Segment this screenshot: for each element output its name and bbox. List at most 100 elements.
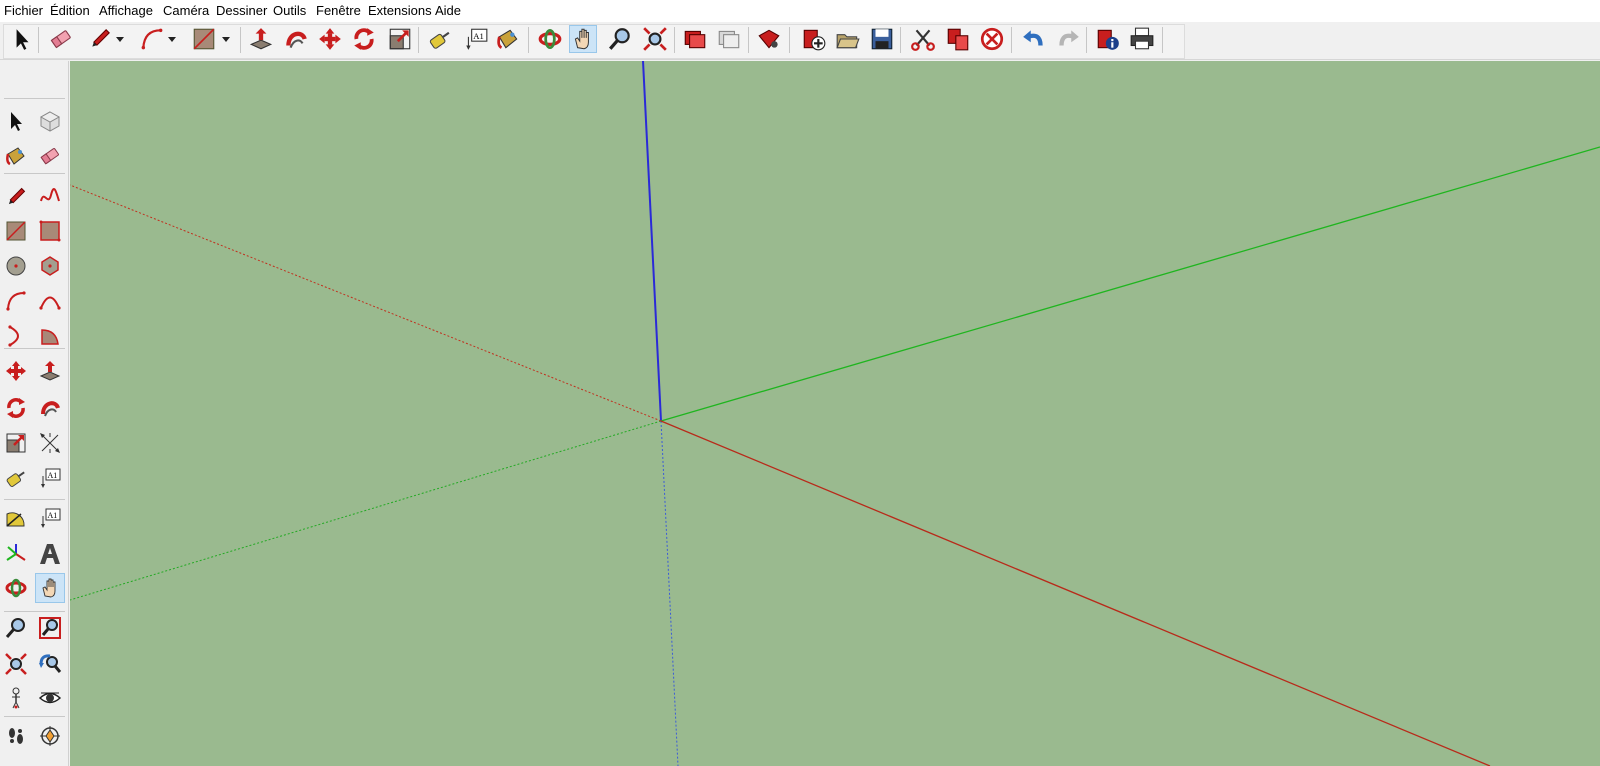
palette-rectangle-button[interactable] xyxy=(1,216,31,246)
palette-axes-button[interactable] xyxy=(1,539,31,569)
palette-walk-button[interactable] xyxy=(1,721,31,751)
toolbar-save-button[interactable] xyxy=(868,25,896,53)
palette-look-around-button[interactable] xyxy=(35,683,65,713)
palette-pan-button[interactable] xyxy=(35,573,65,603)
open-file-icon xyxy=(836,34,860,49)
toolbar-tape-measure-button[interactable] xyxy=(426,25,454,53)
palette-zoom-extents-button[interactable] xyxy=(1,649,31,679)
palette-polygon-button[interactable] xyxy=(35,251,65,281)
cut-icon xyxy=(911,29,935,51)
palette-dimension-button[interactable]: A1 xyxy=(35,463,65,493)
toolbar-orbit-button[interactable] xyxy=(536,25,564,53)
toolbar-paint-bucket-button[interactable] xyxy=(494,25,522,53)
toolbar-open-file-button[interactable] xyxy=(834,25,862,53)
palette-section-plane-button[interactable] xyxy=(35,721,65,751)
toolbar-rotate-button[interactable] xyxy=(350,25,378,53)
drawing-area[interactable] xyxy=(70,61,1600,766)
toolbar-select-button[interactable] xyxy=(8,25,36,53)
palette-component-button[interactable] xyxy=(35,106,65,136)
toolbar-warehouse-button[interactable] xyxy=(681,25,709,53)
toolbar-delete-button[interactable] xyxy=(978,25,1006,53)
chevron-down-icon[interactable] xyxy=(116,37,124,42)
palette-three-point-arc-button[interactable] xyxy=(1,321,31,351)
palette-orbit-button[interactable] xyxy=(1,573,31,603)
pie-icon xyxy=(41,329,59,345)
move-icon xyxy=(6,361,26,381)
chevron-down-icon[interactable] xyxy=(168,37,176,42)
palette-scale-button[interactable] xyxy=(1,428,31,458)
palette-previous-view-button[interactable] xyxy=(35,649,65,679)
menu-0[interactable]: Fichier xyxy=(4,3,43,18)
rectangle-icon xyxy=(6,221,26,241)
toolbar-arc-button[interactable] xyxy=(138,25,166,53)
follow-me-icon xyxy=(286,31,307,49)
rotate-icon xyxy=(7,398,25,418)
toolbar-separator xyxy=(418,27,419,53)
toolbar-zoom-extents-button[interactable] xyxy=(641,25,669,53)
zoom-icon xyxy=(609,28,630,50)
palette-freehand-button[interactable] xyxy=(35,182,65,212)
palette-circle-button[interactable] xyxy=(1,251,31,281)
palette-offset-button[interactable] xyxy=(35,428,65,458)
blue-axis-negative xyxy=(660,420,679,766)
menu-7[interactable]: Extensions xyxy=(368,3,432,18)
axes-icon xyxy=(6,544,26,561)
chevron-down-icon[interactable] xyxy=(222,37,230,42)
extension-warehouse-icon xyxy=(758,29,780,49)
palette-rotated-rectangle-button[interactable] xyxy=(35,216,65,246)
toolbar-cut-button[interactable] xyxy=(909,25,937,53)
palette-rotate-button[interactable] xyxy=(1,393,31,423)
menu-3[interactable]: Caméra xyxy=(163,3,209,18)
palette-paint-bucket-button[interactable] xyxy=(1,141,31,171)
palette-two-point-arc-button[interactable] xyxy=(35,286,65,316)
toolbar-redo-button[interactable] xyxy=(1054,25,1082,53)
pencil-icon xyxy=(92,29,110,47)
palette-tape-measure-button[interactable] xyxy=(1,463,31,493)
toolbar-model-info-button[interactable] xyxy=(1094,25,1122,53)
toolbar-zoom-button[interactable] xyxy=(606,25,634,53)
palette-zoom-window-button[interactable] xyxy=(35,613,65,643)
toolbar-scale-button[interactable] xyxy=(386,25,414,53)
menu-2[interactable]: Affichage xyxy=(99,3,153,18)
toolbar-copy-button[interactable] xyxy=(944,25,972,53)
toolbar-push-pull-button[interactable] xyxy=(247,25,275,53)
rotate-icon xyxy=(354,28,374,50)
toolbar-separator xyxy=(674,27,675,53)
palette-select-button[interactable] xyxy=(1,106,31,136)
toolbar-pencil-button[interactable] xyxy=(86,25,114,53)
toolbar-undo-button[interactable] xyxy=(1020,25,1048,53)
palette-push-pull-button[interactable] xyxy=(35,356,65,386)
palette-pie-button[interactable] xyxy=(35,321,65,351)
palette-position-camera-button[interactable] xyxy=(1,683,31,713)
toolbar-rectangle-button[interactable] xyxy=(190,25,218,53)
toolbar-extension-warehouse-button[interactable] xyxy=(755,25,783,53)
menu-5[interactable]: Outils xyxy=(273,3,306,18)
push-pull-icon xyxy=(249,28,273,50)
toolbar-eraser-button[interactable] xyxy=(47,25,75,53)
green-axis-positive xyxy=(660,146,1600,422)
toolbar-share-model-button[interactable] xyxy=(715,25,743,53)
palette-arc-button[interactable] xyxy=(1,286,31,316)
palette-text-button[interactable]: A1 xyxy=(35,503,65,533)
palette-move-button[interactable] xyxy=(1,356,31,386)
palette-zoom-button[interactable] xyxy=(1,613,31,643)
toolbar-print-button[interactable] xyxy=(1128,25,1156,53)
menu-4[interactable]: Dessiner xyxy=(216,3,267,18)
palette-protractor-button[interactable] xyxy=(1,503,31,533)
palette-line-button[interactable] xyxy=(1,182,31,212)
select-icon xyxy=(11,112,22,131)
circle-icon xyxy=(6,256,26,276)
palette-eraser-button[interactable] xyxy=(35,141,65,171)
three-point-arc-icon xyxy=(8,325,19,347)
toolbar-pan-button[interactable] xyxy=(569,25,597,53)
menu-6[interactable]: Fenêtre xyxy=(316,3,361,18)
toolbar-new-file-button[interactable] xyxy=(800,25,828,53)
palette-3d-text-button[interactable] xyxy=(35,539,65,569)
palette-follow-me-button[interactable] xyxy=(35,393,65,423)
toolbar-follow-me-button[interactable] xyxy=(282,25,310,53)
arc-icon xyxy=(141,28,163,50)
menu-8[interactable]: Aide xyxy=(435,3,461,18)
toolbar-text-button[interactable]: A1 xyxy=(462,25,490,53)
toolbar-move-button[interactable] xyxy=(316,25,344,53)
menu-1[interactable]: Édition xyxy=(50,3,90,18)
